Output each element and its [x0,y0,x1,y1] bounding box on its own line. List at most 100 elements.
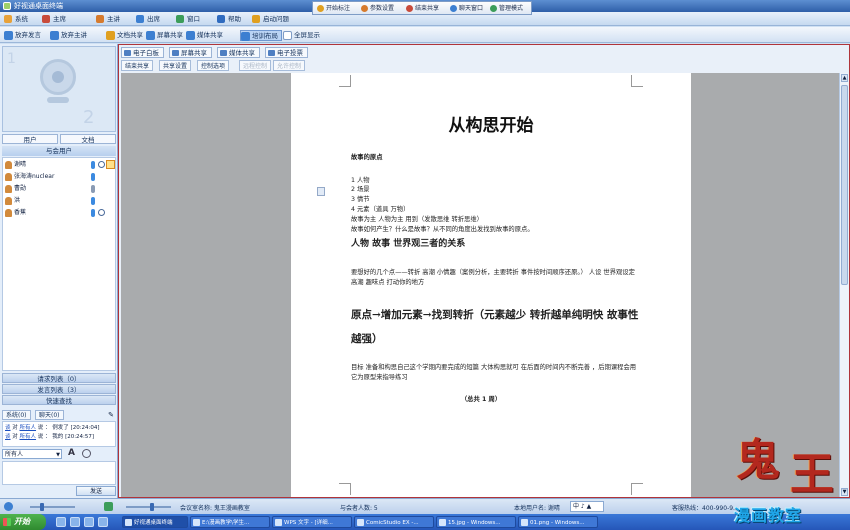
settings-icon [361,5,368,12]
user-row[interactable]: 谢晴 [5,160,115,170]
microphone-icon[interactable] [91,173,95,181]
manage-mode-button[interactable]: 管理模式 [490,4,523,13]
video-slot-number: 2 [83,107,95,128]
chat-log: 谈 对 所有人 说 ： 例发了 [20:24:04] 谈 对 所有人 说 ： 我… [2,421,116,447]
request-list-button[interactable]: 请求列表（0） [2,373,116,383]
recipient-select[interactable]: 所有人 ▼ [2,449,62,459]
microphone-volume-icon[interactable] [104,502,113,511]
scroll-thumb[interactable] [841,85,848,285]
windows-taskbar: 开始 好视通桌面终端 E:\漫画教学\学生... WPS 文字 - [详细...… [0,514,850,530]
menu-chairman[interactable]: 主席 [42,14,66,24]
taskbar-item-comicstudio[interactable]: ComicStudio EX -... [354,516,434,528]
speaker-volume-slider[interactable] [30,503,75,511]
microphone-volume-slider[interactable] [126,503,171,511]
menu-presenter[interactable]: 主讲 [96,14,120,24]
quicklaunch-desktop-icon[interactable] [70,517,80,527]
main-toolbar: 放弃发言 放弃主讲 文档共享 屏幕共享 媒体共享 培训布局 全屏显示 [0,27,850,43]
tab-whiteboard[interactable]: 电子白板 [121,47,164,58]
document-marker-icon[interactable] [317,187,325,196]
user-avatar-icon [5,161,12,169]
layout-icon [241,32,250,41]
menu-attend[interactable]: 出席 [136,14,160,24]
document-share-button[interactable]: 文档共享 [106,30,143,41]
user-row[interactable]: 曹勋 [5,184,115,194]
tab-screen-share[interactable]: 屏幕共享 [169,47,212,58]
font-icon[interactable]: A [68,448,75,458]
parameter-settings-button[interactable]: 参数设置 [361,4,394,13]
taskbar-item-explorer[interactable]: E:\漫画教学\学生... [190,516,270,528]
camera-icon[interactable] [98,209,105,216]
microphone-icon[interactable] [91,161,95,169]
menu-startup-issues[interactable]: 启动问题 [252,14,289,24]
tab-documents[interactable]: 文档 [60,134,116,144]
image-icon [521,519,528,526]
microphone-icon[interactable] [91,209,95,217]
document-title: 从构思开始 [448,116,534,136]
menu-help[interactable]: 帮助 [217,14,241,24]
speaker-list-button[interactable]: 发言列表（3） [2,384,116,394]
ime-indicator[interactable]: 中 ♪ ▲ [570,501,604,512]
speaker-volume-icon[interactable] [4,502,13,511]
document-paragraph: 要想好的几个点——转折 高潮 小情趣（案例分析，主要转折 事件按时间顺序还原。）… [351,269,635,286]
tab-system-messages[interactable]: 系统(0) [2,410,31,420]
user-avatar-icon [5,185,12,193]
watermark-glyph: 鬼 [736,435,780,486]
training-layout-button[interactable]: 培训布局 [240,30,282,41]
taskbar-item-meeting[interactable]: 好视通桌面终端 [122,516,188,528]
chat-window-button[interactable]: 聊天窗口 [450,4,483,13]
taskbar-item-image-01[interactable]: 01.png - Windows... [518,516,598,528]
video-slot-number: 1 [7,51,16,67]
pin-icon[interactable]: ✎ [108,411,114,419]
start-button[interactable]: 开始 [0,514,46,530]
tab-chat[interactable]: 聊天(0) [35,410,64,420]
end-share-button[interactable]: 结束共享 [406,4,439,13]
menu-window[interactable]: 窗口 [176,14,200,24]
fullscreen-button[interactable]: 全屏显示 [283,30,320,41]
edit-icon[interactable] [106,160,115,169]
quick-search-button[interactable]: 快速查找 [2,395,116,405]
main-tabs: 电子白板 屏幕共享 媒体共享 电子投票 [121,47,849,58]
emoji-icon[interactable] [82,449,91,458]
quicklaunch-app-icon[interactable] [98,517,108,527]
microphone-icon[interactable] [91,185,95,193]
media-icon [220,50,227,56]
manage-icon [490,5,497,12]
user-row[interactable]: 张海涛nuclear [5,172,115,182]
send-button[interactable]: 发送 [76,486,116,496]
camera-icon[interactable] [98,161,105,168]
menu-system[interactable]: 系统 [4,14,28,24]
chairman-icon [42,15,50,23]
help-icon [217,15,225,23]
give-up-speaking-button[interactable]: 放弃发言 [4,30,41,41]
media-share-button[interactable]: 媒体共享 [186,30,223,41]
taskbar-item-wps[interactable]: WPS 文字 - [详细... [272,516,352,528]
share-float-toolbar: 开始标注 参数设置 结束共享 聊天窗口 管理模式 [312,1,532,15]
document-page: 从构思开始 故事的原点 1 人物 2 场景 3 情节 4 元素（道具 万物） 故… [291,73,691,497]
meeting-room-name: 会议室名称: 鬼王漫画教室 [180,505,250,512]
tab-voting[interactable]: 电子投票 [265,47,308,58]
user-row[interactable]: 洪 [5,196,115,206]
give-up-presenting-button[interactable]: 放弃主讲 [50,30,87,41]
document-heading: 人物 故事 世界观三者的关系 [351,239,466,249]
scroll-up-icon[interactable]: ▲ [841,74,848,82]
taskbar-item-image-15[interactable]: 15.jpg - Windows... [436,516,516,528]
user-avatar-icon [5,173,12,181]
tab-media-share[interactable]: 媒体共享 [217,47,260,58]
remote-control-button[interactable]: 远程控制 [239,60,272,71]
quicklaunch-media-icon[interactable] [84,517,94,527]
share-settings-button[interactable]: 共享设置 [159,60,192,71]
window-title: 好视通桌面终端 [14,2,63,10]
microphone-icon[interactable] [91,197,95,205]
control-options-button[interactable]: 控制选项 [197,60,230,71]
user-row[interactable]: 香蕉 [5,208,115,218]
screen-share-button[interactable]: 屏幕共享 [146,30,183,41]
end-share-subbutton[interactable]: 结束共享 [121,60,154,71]
quicklaunch-ie-icon[interactable] [56,517,66,527]
start-annotation-button[interactable]: 开始标注 [317,4,350,13]
tab-users[interactable]: 用户 [2,134,58,144]
chat-input[interactable] [2,461,116,485]
document-line: 2 场景 [351,186,370,193]
document-line: 3 情节 [351,196,370,203]
allow-control-button[interactable]: 允许控制 [273,60,306,71]
chevron-down-icon: ▼ [56,452,60,458]
